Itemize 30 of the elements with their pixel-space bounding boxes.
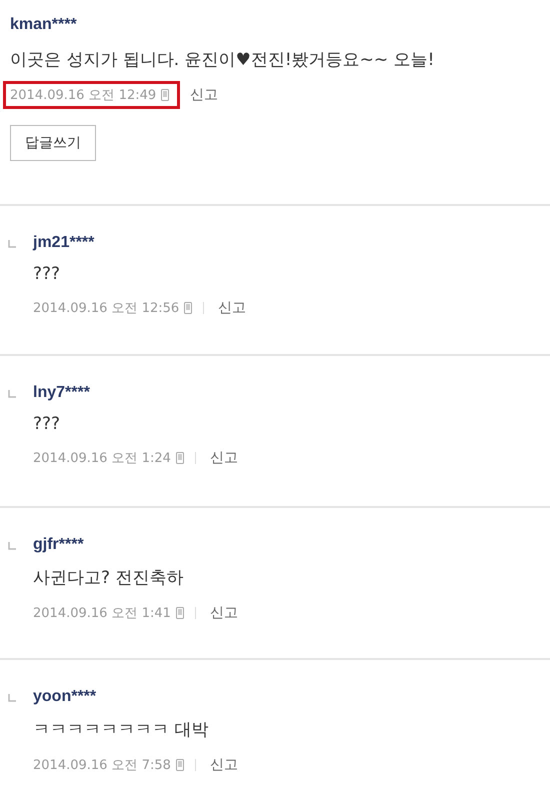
report-link[interactable]: 신고: [210, 756, 238, 774]
comment-date: 2014.09.16 오전 1:41: [33, 605, 171, 622]
phone-icon: [161, 89, 170, 101]
report-link[interactable]: 신고: [190, 86, 218, 104]
phone-icon: [176, 452, 184, 464]
comment-author[interactable]: jm21****: [33, 234, 94, 252]
report-link[interactable]: 신고: [218, 299, 246, 317]
comment-date: 2014.09.16 오전 7:58: [33, 757, 171, 774]
reply-corner-icon: [8, 390, 16, 398]
comment-text: 이곳은 성지가 됩니다. 윤진이♥전진!봤거등요~~ 오늘!: [10, 49, 436, 71]
reply-corner-icon: [8, 240, 16, 248]
comment-text: ???: [33, 414, 62, 434]
comment-date: 2014.09.16 오전 12:49: [10, 87, 156, 104]
comment-author[interactable]: lny7****: [33, 384, 90, 402]
comment-author[interactable]: yoon****: [33, 688, 96, 706]
report-link[interactable]: 신고: [210, 449, 238, 467]
reply-corner-icon: [8, 542, 16, 550]
reply-button[interactable]: 답글쓰기: [10, 125, 96, 161]
comment-text: ???: [33, 264, 62, 284]
comment-date: 2014.09.16 오전 1:24: [33, 450, 171, 467]
comment-date: 2014.09.16 오전 12:56: [33, 300, 180, 317]
report-link[interactable]: 신고: [210, 604, 238, 622]
comment-text: 사귄다고? 전진축하: [33, 567, 184, 589]
comment-author[interactable]: gjfr****: [33, 536, 84, 554]
phone-icon: [176, 759, 184, 771]
comment-author[interactable]: kman****: [10, 16, 77, 34]
reply-corner-icon: [8, 694, 16, 702]
comment-text: ㅋㅋㅋㅋㅋㅋㅋㅋ 대박: [33, 719, 210, 741]
phone-icon: [176, 607, 184, 619]
phone-icon: [184, 302, 192, 314]
